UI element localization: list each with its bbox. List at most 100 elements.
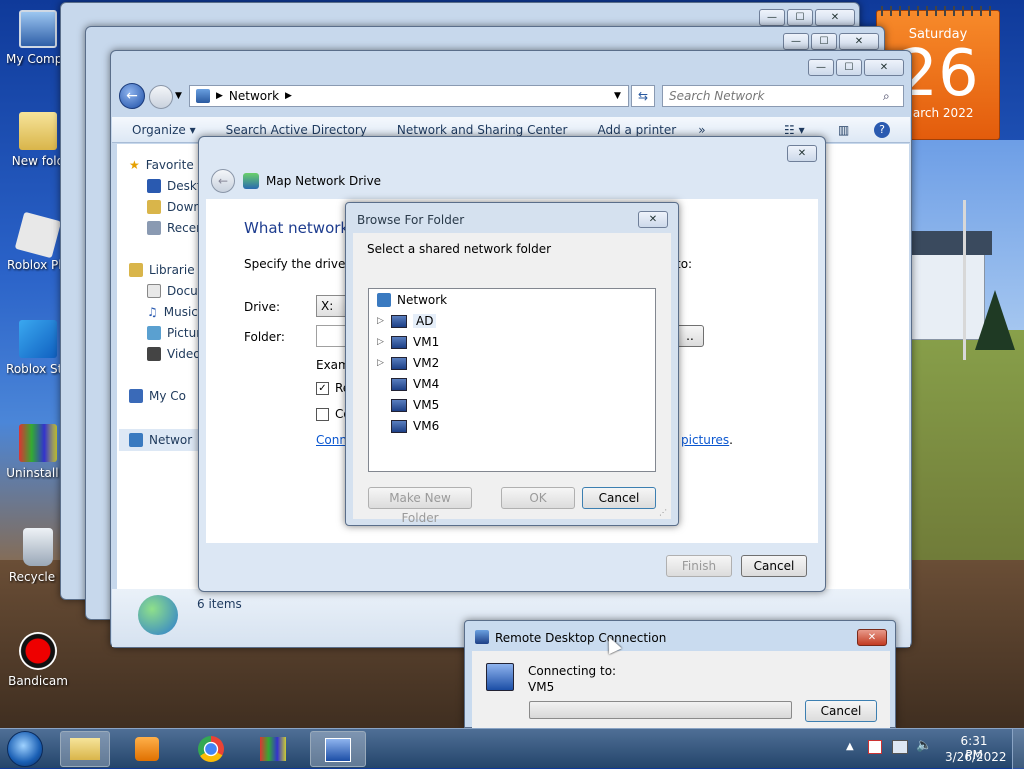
nav-documents[interactable]: Docu — [147, 284, 198, 298]
back-button[interactable]: ← — [119, 83, 145, 109]
tray-show-hidden-icon[interactable]: ▲ — [846, 741, 854, 752]
more-commands-button[interactable]: » — [698, 123, 705, 137]
minimize-button[interactable]: — — [783, 33, 809, 50]
ok-button[interactable]: OK — [501, 487, 575, 509]
maximize-button[interactable]: ☐ — [811, 33, 837, 50]
cancel-button[interactable]: Cancel — [741, 555, 807, 577]
pictures-link-text[interactable]: pictures — [681, 433, 729, 447]
breadcrumb-network[interactable]: Network — [229, 89, 279, 103]
item-count: 6 items — [197, 597, 242, 611]
bandicam-icon — [19, 632, 57, 670]
maximize-button[interactable]: ☐ — [787, 9, 813, 26]
tree-item-ad[interactable]: ▷ AD — [377, 312, 437, 330]
resize-grip-icon[interactable]: ⋰ — [659, 508, 667, 517]
nav-videos[interactable]: Video — [147, 347, 201, 361]
help-icon[interactable]: ? — [874, 121, 890, 138]
history-dropdown-icon[interactable]: ▼ — [175, 91, 182, 101]
nav-recent[interactable]: Recen — [147, 221, 204, 235]
view-options-icon[interactable]: ☷ ▾ — [784, 123, 805, 137]
taskbar-explorer[interactable] — [60, 731, 110, 767]
roblox-studio-icon — [19, 320, 57, 358]
finish-button[interactable]: Finish — [666, 555, 732, 577]
computer-icon — [391, 314, 407, 328]
remote-desktop-dialog[interactable]: Remote Desktop Connection ✕ Connecting t… — [464, 620, 896, 729]
tree-item-vm6[interactable]: VM6 — [377, 417, 439, 435]
calendar-rings — [881, 6, 997, 16]
tray-action-center-icon[interactable] — [868, 740, 882, 754]
taskbar-media-player[interactable] — [122, 731, 172, 767]
nav-network[interactable]: Networ — [119, 429, 207, 451]
minimize-button[interactable]: — — [808, 59, 834, 76]
remote-desktop-icon — [486, 663, 514, 691]
forward-button[interactable] — [149, 85, 173, 109]
nav-favorites[interactable]: ★ Favorite — [129, 158, 194, 172]
tree-item-vm5[interactable]: VM5 — [377, 396, 439, 414]
browse-content: Select a shared network folder Network ▷… — [353, 233, 671, 525]
connect-website-link[interactable]: Conn — [316, 433, 347, 447]
expand-arrow-icon[interactable]: ▷ — [377, 358, 385, 368]
nav-downloads[interactable]: Down — [147, 200, 201, 214]
expand-arrow-icon[interactable]: ▷ — [377, 337, 385, 347]
rdc-title: Remote Desktop Connection — [495, 631, 667, 645]
nav-music[interactable]: ♫ Music — [147, 305, 198, 319]
cancel-button[interactable]: Cancel — [805, 700, 877, 722]
nav-desktop[interactable]: Deskt — [147, 179, 202, 193]
search-box[interactable]: Search Network ⌕ — [662, 85, 904, 107]
nav-computer[interactable]: My Co — [129, 389, 186, 403]
tree-item-network[interactable]: Network — [377, 291, 447, 309]
close-button[interactable]: ✕ — [857, 629, 887, 646]
uninstall-icon — [19, 424, 57, 462]
cancel-button[interactable]: Cancel — [582, 487, 656, 509]
preview-pane-icon[interactable]: ▥ — [838, 123, 849, 137]
show-desktop-button[interactable] — [1012, 729, 1024, 769]
taskbar-chrome[interactable] — [186, 731, 236, 767]
nav-libraries[interactable]: Librarie — [129, 263, 195, 277]
organize-button[interactable]: Organize ▾ — [132, 123, 196, 137]
instruction-text: Specify the drive le — [244, 257, 360, 271]
browse-button[interactable]: .. — [676, 325, 704, 347]
nav-pictures[interactable]: Pictur — [147, 326, 201, 340]
expand-arrow-icon[interactable]: ▷ — [377, 316, 385, 326]
back-button[interactable]: ← — [211, 169, 235, 193]
make-new-folder-button[interactable]: Make New Folder — [368, 487, 472, 525]
close-button[interactable]: ✕ — [638, 211, 668, 228]
network-icon — [129, 433, 143, 447]
roblox-icon — [14, 211, 62, 259]
close-button[interactable]: ✕ — [864, 59, 904, 76]
close-button[interactable]: ✕ — [787, 145, 817, 162]
taskbar-remote-desktop[interactable] — [310, 731, 366, 767]
close-button[interactable]: ✕ — [839, 33, 879, 50]
breadcrumb-separator-icon: ▶ — [216, 91, 223, 101]
tray-network-icon[interactable] — [892, 740, 908, 754]
checkbox-unchecked-icon — [316, 407, 329, 421]
computer-icon — [391, 398, 407, 412]
taskbar-installer[interactable] — [248, 731, 298, 767]
network-sharing-center-button[interactable]: Network and Sharing Center — [397, 123, 568, 137]
search-input[interactable]: Search Network — [669, 89, 764, 103]
minimize-button[interactable]: — — [759, 9, 785, 26]
folder-tree[interactable]: Network ▷ AD ▷ VM1 ▷ VM2 VM4 VM5 VM6 — [368, 288, 656, 472]
start-button[interactable] — [7, 731, 43, 767]
tree-item-vm2[interactable]: ▷ VM2 — [377, 354, 439, 372]
rdc-content: Connecting to: VM5 Cancel — [472, 651, 890, 729]
address-bar[interactable]: ▶ Network ▶ ▼ — [189, 85, 629, 107]
refresh-button[interactable]: ⇆ — [631, 85, 655, 107]
browse-for-folder-dialog[interactable]: Browse For Folder ✕ Select a shared netw… — [345, 202, 679, 526]
tree-item-vm4[interactable]: VM4 — [377, 375, 439, 393]
dialog-heading: What network — [244, 219, 350, 237]
add-printer-button[interactable]: Add a printer — [597, 123, 676, 137]
network-globe-icon — [138, 595, 178, 635]
computer-icon — [391, 377, 407, 391]
tree-item-vm1[interactable]: ▷ VM1 — [377, 333, 439, 351]
address-dropdown-icon[interactable]: ▼ — [614, 91, 621, 101]
connection-progress-bar — [529, 701, 792, 719]
folder-label: Folder: — [244, 330, 285, 344]
tray-volume-icon[interactable]: 🔈 — [916, 738, 932, 753]
close-button[interactable]: ✕ — [815, 9, 855, 26]
map-drive-icon — [243, 173, 259, 189]
search-active-directory-button[interactable]: Search Active Directory — [226, 123, 367, 137]
clock-date[interactable]: 3/26/2022 — [945, 750, 1007, 764]
maximize-button[interactable]: ☐ — [836, 59, 862, 76]
search-icon: ⌕ — [883, 88, 890, 103]
desktop-icon-bandicam[interactable]: Bandicam — [0, 632, 76, 688]
